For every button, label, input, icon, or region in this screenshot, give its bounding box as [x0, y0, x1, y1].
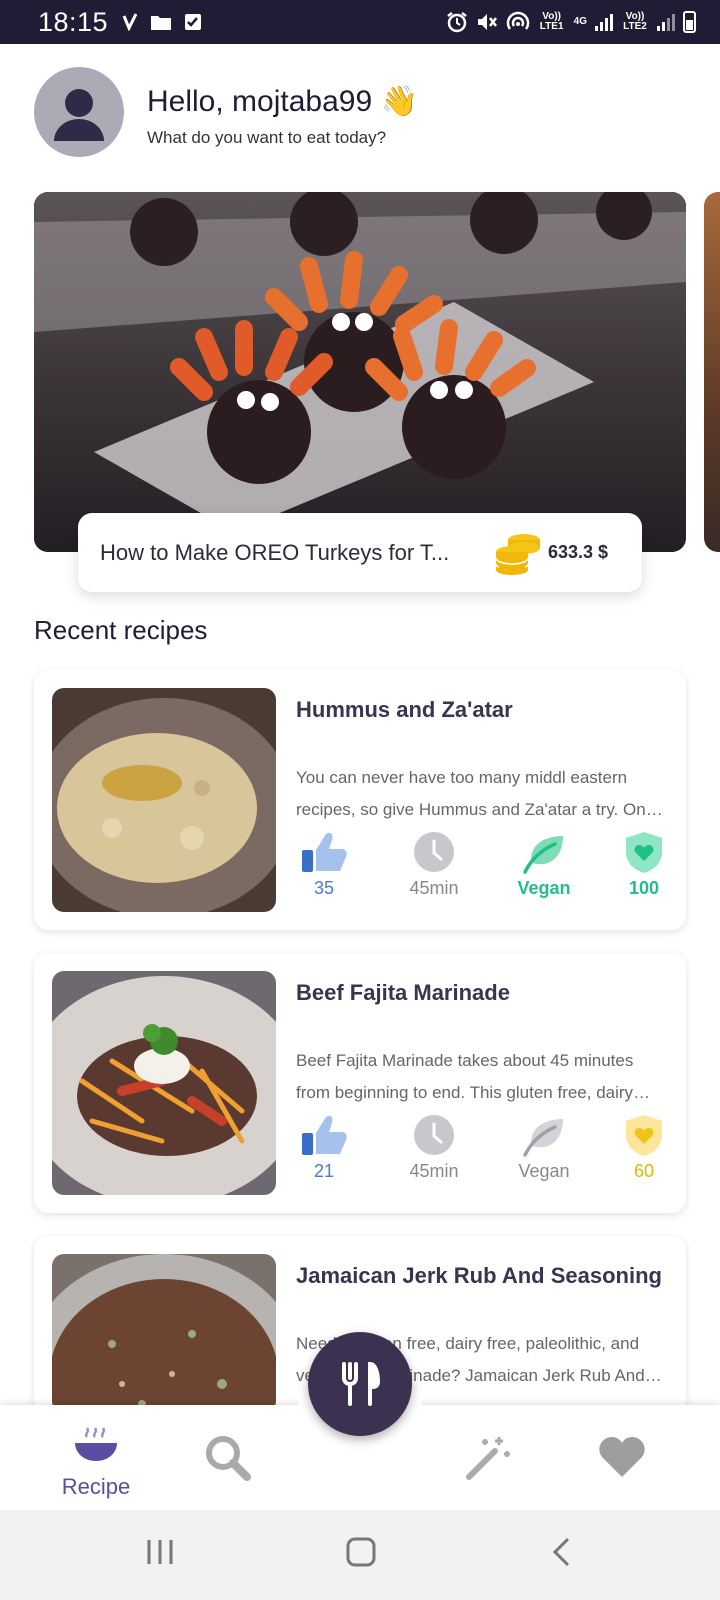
diet-label: Vegan	[517, 878, 571, 898]
fork-knife-icon	[342, 1362, 381, 1406]
magic-wand-icon	[466, 1437, 510, 1480]
health-score-stat: 60	[604, 1113, 684, 1182]
home-icon[interactable]	[345, 1536, 377, 1568]
likes-stat[interactable]: 21	[284, 1113, 364, 1182]
mute-icon	[477, 14, 497, 30]
status-bar: 18:15 Vo)) LTE1 4G Vo)) LTE2	[0, 0, 720, 44]
health-score-stat: 100	[604, 830, 684, 899]
diet-label: Vegan	[518, 1161, 570, 1181]
recipe-description: Beef Fajita Marinade takes about 45 minu…	[296, 1051, 634, 1102]
check-notification-icon	[122, 13, 138, 31]
steaming-bowl-icon	[75, 1427, 117, 1461]
recipe-image	[52, 971, 276, 1195]
time-stat: 45min	[394, 1113, 474, 1182]
health-score: 100	[628, 878, 660, 898]
nav-magic[interactable]	[460, 1433, 516, 1488]
cook-time: 45min	[409, 878, 459, 898]
leaf-icon	[523, 836, 563, 874]
sim2-volte-label: Vo)) LTE2	[623, 11, 647, 32]
sim1-volte-label: Vo)) LTE1	[539, 11, 564, 32]
folder-icon	[151, 16, 172, 30]
featured-recipe-image[interactable]	[34, 192, 686, 552]
oreo-turkeys-photo	[34, 192, 686, 552]
hotspot-icon	[506, 11, 529, 30]
avatar[interactable]	[34, 67, 124, 157]
vegan-stat: Vegan	[504, 830, 584, 899]
shield-heart-icon	[626, 832, 662, 873]
user-icon	[54, 89, 104, 141]
nav-recipe[interactable]: Recipe	[56, 1425, 136, 1500]
clock-icon	[414, 1115, 454, 1155]
featured-recipe-card[interactable]: How to Make OREO Turkeys for T... 633.3 …	[78, 513, 642, 592]
network-type: 4G	[573, 16, 587, 27]
signal-strength-2-icon	[657, 13, 675, 31]
recipe-card[interactable]: Hummus and Za'atar You can never have to…	[34, 670, 686, 930]
search-icon	[206, 1436, 251, 1481]
featured-recipe-price: 633.3 $	[548, 542, 609, 562]
recipe-title: Beef Fajita Marinade	[296, 980, 510, 1005]
system-navigation-bar	[0, 1510, 720, 1600]
alarm-icon	[446, 12, 467, 33]
featured-recipe-title: How to Make OREO Turkeys for T...	[100, 539, 450, 565]
clock-icon	[414, 832, 454, 872]
recipe-description: You can never have too many middl easter…	[296, 768, 656, 819]
vegan-stat: Vegan	[504, 1113, 584, 1182]
recent-apps-icon[interactable]	[146, 1538, 174, 1566]
coins-icon	[495, 533, 540, 575]
nav-search[interactable]	[200, 1433, 256, 1488]
battery-icon	[683, 11, 696, 33]
nav-favorites[interactable]	[594, 1435, 650, 1484]
recipe-card[interactable]: Beef Fajita Marinade Beef Fajita Marinad…	[34, 953, 686, 1213]
likes-count: 21	[313, 1161, 335, 1181]
heart-icon	[599, 1437, 645, 1477]
recipe-stats: 35 45min Vegan 100	[284, 830, 684, 910]
greeting-subtitle: What do you want to eat today?	[147, 128, 387, 147]
next-featured-recipe-image[interactable]	[704, 192, 720, 552]
time-stat: 45min	[394, 830, 474, 899]
health-score: 60	[633, 1161, 655, 1181]
likes-count: 35	[313, 878, 335, 898]
status-time: 18:15	[38, 6, 109, 37]
recipe-stats: 21 45min Vegan 60	[284, 1113, 684, 1193]
hummus-photo	[52, 688, 276, 912]
back-icon[interactable]	[550, 1536, 574, 1568]
leaf-icon	[523, 1119, 563, 1157]
greeting: Hello, mojtaba99 👋	[147, 85, 418, 118]
likes-stat[interactable]: 35	[284, 830, 364, 899]
recent-recipes-heading: Recent recipes	[34, 615, 208, 645]
thumbs-up-icon	[302, 1115, 347, 1155]
signal-strength-1-icon	[595, 13, 613, 31]
fab-cook-button[interactable]	[308, 1332, 412, 1436]
beef-fajita-photo	[52, 971, 276, 1195]
thumbs-up-icon	[302, 832, 347, 872]
recipe-title: Hummus and Za'atar	[296, 697, 513, 722]
cook-time: 45min	[409, 1161, 459, 1181]
recipe-title: Jamaican Jerk Rub And Seasoning	[296, 1263, 662, 1288]
recipe-image	[52, 688, 276, 912]
shield-heart-icon	[626, 1115, 662, 1156]
nav-recipe-label: Recipe	[61, 1474, 131, 1499]
checkbox-icon	[185, 14, 202, 30]
